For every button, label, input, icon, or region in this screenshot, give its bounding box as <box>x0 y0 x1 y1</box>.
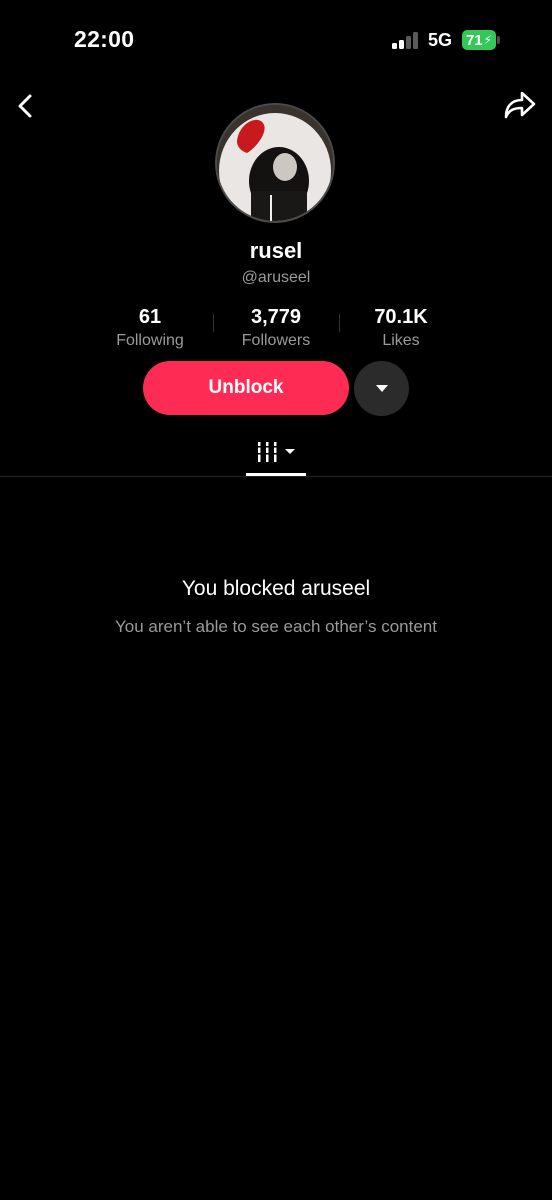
network-type: 5G <box>428 30 453 50</box>
chevron-left-icon <box>18 94 32 118</box>
followers-label: Followers <box>241 332 311 349</box>
blocked-subtitle: You aren’t able to see each other’s cont… <box>115 617 437 636</box>
status-time: 22:00 <box>74 26 135 52</box>
battery-level: 71 <box>465 31 483 49</box>
more-options-button[interactable] <box>354 361 409 416</box>
profile-avatar[interactable] <box>215 103 335 223</box>
tab-divider <box>0 476 552 477</box>
followers-count: 3,779 <box>250 306 302 328</box>
following-count: 61 <box>138 306 162 328</box>
battery-cap <box>497 36 500 44</box>
stat-following[interactable]: 61 Following <box>80 305 220 351</box>
back-button[interactable] <box>12 92 40 120</box>
blocked-title: You blocked aruseel <box>181 577 371 600</box>
avatar-image <box>217 105 333 221</box>
stat-followers[interactable]: 3,779 Followers <box>206 305 346 351</box>
share-button[interactable] <box>503 90 537 120</box>
share-arrow-icon <box>504 91 536 119</box>
likes-label: Likes <box>382 332 420 349</box>
cellular-signal-icon <box>392 31 422 49</box>
tab-videos[interactable] <box>246 438 306 468</box>
username: @aruseel <box>241 269 311 286</box>
charging-icon: ⚡ <box>483 33 493 47</box>
stat-likes[interactable]: 70.1K Likes <box>331 305 471 351</box>
following-label: Following <box>116 332 184 349</box>
battery-indicator: 71 ⚡ <box>462 30 496 50</box>
unblock-button[interactable]: Unblock <box>143 361 349 415</box>
caret-down-icon <box>375 384 388 392</box>
display-name: rusel <box>249 238 303 263</box>
likes-count: 70.1K <box>374 306 428 328</box>
grid-bars-icon <box>254 442 295 462</box>
